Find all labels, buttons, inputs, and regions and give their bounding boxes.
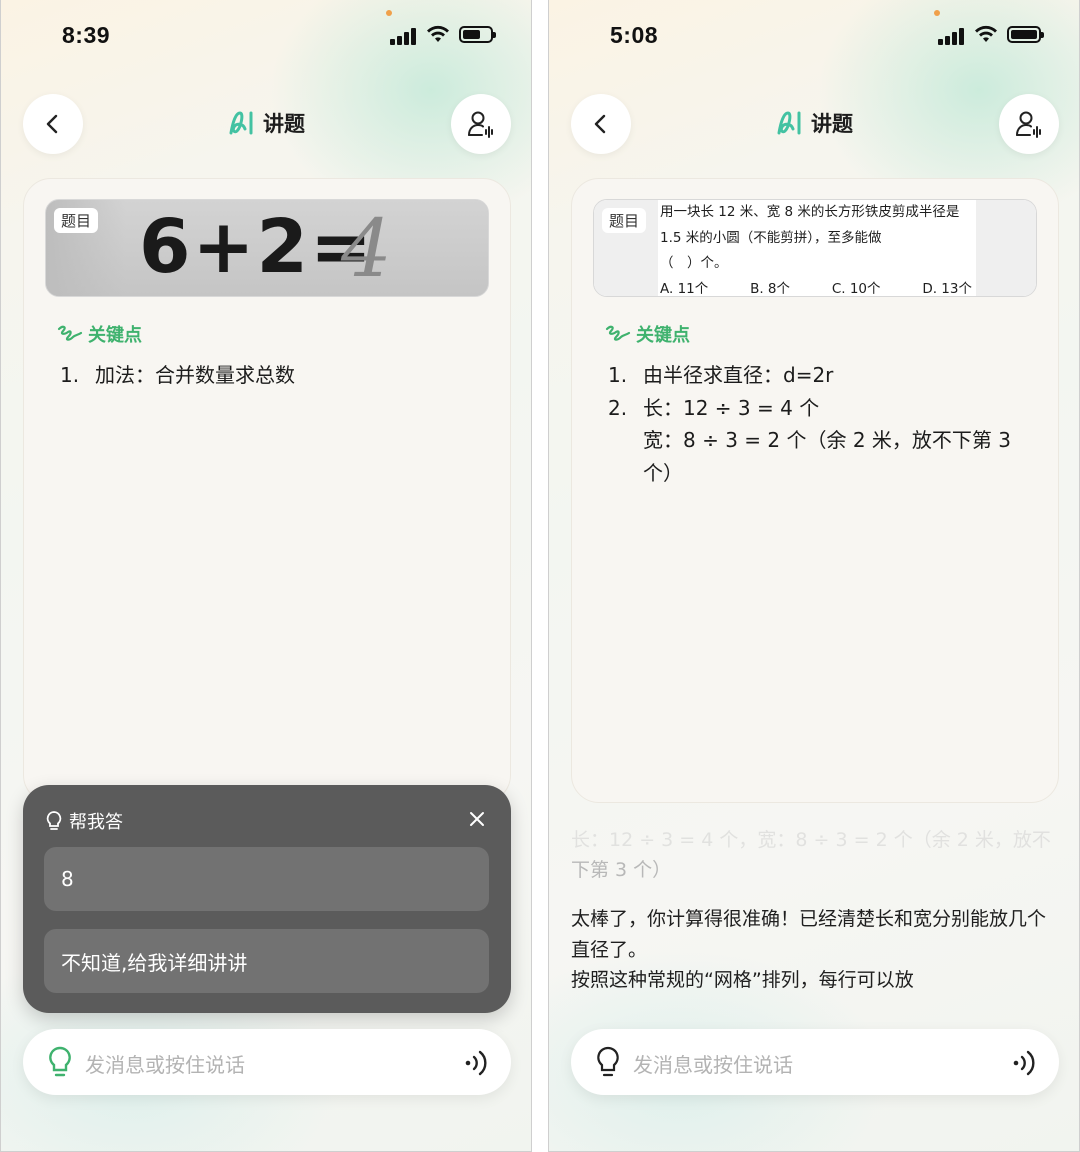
voice-profile-button[interactable] [999, 94, 1059, 154]
voice-profile-button[interactable] [451, 94, 511, 154]
message-input[interactable]: 发消息或按住说话 [571, 1029, 1059, 1095]
list-item: 1. 由半径求直径：d=2r [608, 359, 1028, 392]
chat-faded-line-2: 下第 3 个） [571, 859, 672, 881]
close-icon[interactable] [467, 809, 487, 829]
key-points-list: 1. 由半径求直径：d=2r 2. 长：12 ÷ 3 = 4 个 宽：8 ÷ 3… [608, 359, 1028, 489]
signal-icon [390, 27, 418, 45]
chat-ai-message: 太棒了，你计算得很准确！已经清楚长和宽分别能放几个直径了。 按照这种常规的“网格… [571, 904, 1061, 996]
input-placeholder: 发消息或按住说话 [633, 1053, 793, 1077]
scribble-icon [57, 325, 83, 341]
question-equation: 6+2= [139, 204, 374, 290]
phone-screen-1: 8:39 讲题 6+2= 4 题目 关键点 1. 加法：合并数量求总数 帮我答 … [0, 0, 532, 1152]
question-line-2: 1.5 米的小圆（不能剪拼），至多能做 [660, 229, 882, 246]
voice-profile-icon [1016, 111, 1041, 138]
question-image[interactable]: 用一块长 12 米、宽 8 米的长方形铁皮剪成半径是 1.5 米的小圆（不能剪拼… [593, 199, 1037, 297]
status-bar: 5:08 [549, 10, 1079, 54]
page-title: 讲题 [263, 112, 305, 136]
page-title: 讲题 [811, 112, 853, 136]
question-line-3: （ ）个。 [660, 255, 728, 271]
voice-profile-icon [468, 111, 493, 138]
help-panel-header: 帮我答 [45, 808, 123, 834]
key-points-heading-text: 关键点 [636, 325, 690, 346]
question-photo: 6+2= 4 [46, 200, 488, 296]
chat-previous-message: 长：12 ÷ 3 = 4 个，宽：8 ÷ 3 = 2 个（余 2 米，放不 下第… [571, 828, 1059, 888]
chat-message-line-2: 按照这种常规的“网格”排列，每行可以放 [571, 969, 914, 991]
list-item-number: 1. [60, 363, 80, 387]
sound-wave-icon[interactable] [1011, 1049, 1037, 1077]
question-line-1: 用一块长 12 米、宽 8 米的长方形铁皮剪成半径是 [660, 204, 960, 220]
list-item: 2. 长：12 ÷ 3 = 4 个 [608, 392, 1028, 425]
list-item-text: 加法：合并数量求总数 [95, 363, 295, 387]
wifi-icon [975, 25, 997, 42]
wifi-icon [427, 25, 449, 42]
message-input[interactable]: 发消息或按住说话 [23, 1029, 511, 1095]
help-me-answer-panel: 帮我答 8 不知道,给我详细讲讲 [23, 785, 511, 1013]
signal-icon [938, 27, 966, 45]
option-a: A. 11个 [660, 280, 709, 297]
question-image[interactable]: 6+2= 4 题目 [45, 199, 489, 297]
battery-icon [459, 26, 496, 43]
input-placeholder: 发消息或按住说话 [85, 1053, 245, 1077]
ai-logo-icon [229, 111, 253, 135]
option-c: C. 10个 [831, 280, 881, 297]
list-item-text: 长：12 ÷ 3 = 4 个 [643, 395, 820, 420]
nav-bar: 讲题 [1, 94, 531, 154]
option-d: D. 13个 [922, 280, 972, 297]
nav-bar: 讲题 [549, 94, 1079, 154]
question-text: 用一块长 12 米、宽 8 米的长方形铁皮剪成半径是 1.5 米的小圆（不能剪拼… [658, 200, 976, 297]
scribble-icon [605, 325, 631, 341]
phone-screen-2: 5:08 讲题 用一块长 12 米、宽 8 米的长方形铁皮剪成半径是 1.5 米… [548, 0, 1080, 1152]
status-time: 5:08 [610, 22, 659, 48]
question-options: A. 11个 B. 8个 C. 10个 D. 13个 [660, 277, 972, 297]
option-b: B. 8个 [750, 280, 791, 297]
list-item-number: 2. [608, 395, 628, 420]
key-points-list: 1. 加法：合并数量求总数 [60, 359, 480, 392]
battery-icon [1007, 26, 1044, 43]
sound-wave-icon[interactable] [463, 1049, 489, 1077]
key-points-heading: 关键点 [604, 321, 690, 347]
lightbulb-icon[interactable] [47, 1045, 73, 1079]
explanation-card: 6+2= 4 题目 关键点 1. 加法：合并数量求总数 [23, 178, 511, 803]
chat-faded-line-1: 长：12 ÷ 3 = 4 个，宽：8 ÷ 3 = 2 个（余 2 米，放不 [571, 829, 1051, 851]
ai-logo-icon [777, 111, 801, 135]
status-bar: 8:39 [1, 10, 531, 54]
help-panel-title: 帮我答 [69, 812, 123, 833]
answer-option-8[interactable]: 8 [44, 847, 489, 911]
list-item-number [608, 424, 643, 489]
privacy-indicator-dot [386, 10, 392, 16]
question-tag: 题目 [54, 208, 99, 233]
key-points-heading: 关键点 [56, 321, 142, 347]
list-item-text: 由半径求直径：d=2r [643, 363, 834, 387]
list-item: 宽：8 ÷ 3 = 2 个（余 2 米，放不下第 3 个） [608, 424, 1028, 489]
list-item: 1. 加法：合并数量求总数 [60, 359, 480, 392]
chat-message-line-1: 太棒了，你计算得很准确！已经清楚长和宽分别能放几个直径了。 [571, 908, 1047, 961]
answer-option-explain[interactable]: 不知道,给我详细讲讲 [44, 929, 489, 993]
explanation-card: 用一块长 12 米、宽 8 米的长方形铁皮剪成半径是 1.5 米的小圆（不能剪拼… [571, 178, 1059, 803]
status-time: 8:39 [62, 22, 111, 48]
list-item-number: 1. [608, 363, 628, 387]
lightbulb-icon[interactable] [595, 1045, 621, 1079]
lightbulb-icon [46, 811, 62, 830]
key-points-heading-text: 关键点 [88, 325, 142, 346]
question-tag: 题目 [602, 208, 647, 233]
privacy-indicator-dot [934, 10, 940, 16]
list-item-text: 宽：8 ÷ 3 = 2 个（余 2 米，放不下第 3 个） [643, 428, 1011, 485]
handwritten-answer: 4 [341, 202, 392, 295]
